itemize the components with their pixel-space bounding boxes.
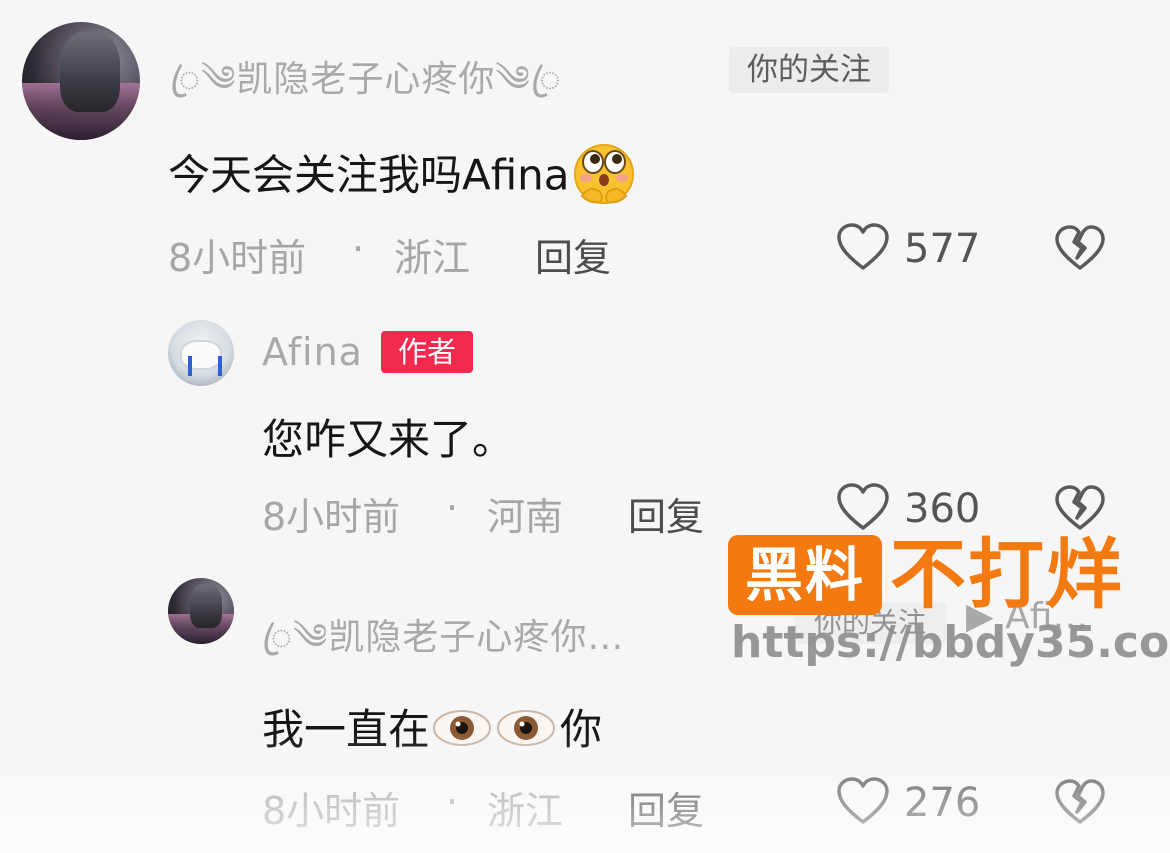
reply-button[interactable]: 回复 [535,227,611,282]
watermark-title: 不打烊 [890,530,1124,619]
eyes-emoji-icon [430,703,560,763]
avatar[interactable] [22,22,140,140]
comment-username[interactable]: Afina [262,330,363,374]
like-count: 276 [904,780,981,826]
reply-button[interactable]: 回复 [628,486,704,541]
author-badge: 作者 [381,331,473,373]
comment-location: 浙江 [394,236,471,280]
comment-location: 河南 [487,495,564,539]
watermark-badge: 黑料 [728,535,882,615]
comment-time: 8小时前 [168,236,307,280]
like-button[interactable]: 577 [836,222,980,276]
dislike-button[interactable] [1054,778,1106,830]
dislike-button[interactable] [1054,224,1106,276]
dislike-button[interactable] [1054,484,1106,536]
heart-icon [836,222,890,276]
like-count: 360 [904,486,981,532]
comment-text: 您咋又来了。 [262,415,515,464]
comment-time: 8小时前 [262,789,401,833]
comment-body-start: 我一直在 [262,705,431,754]
meta-separator: · [446,780,459,824]
comment-body-end: 你 [560,705,603,754]
comment-time: 8小时前 [262,495,401,539]
reply-button[interactable]: 回复 [628,780,704,835]
meta-separator: · [446,486,459,530]
following-badge: 你的关注 [729,47,889,93]
comment-text: 今天会关注我吗Afina [168,140,638,216]
thinking-blush-emoji-icon [570,140,638,216]
meta-separator: · [352,227,365,271]
comment-username[interactable]: ꦿ༄凯隐老子心疼你༄ꦿ [170,38,562,140]
comment-text: 我一直在 你 [262,696,602,763]
avatar[interactable] [168,320,234,386]
like-count: 577 [904,226,981,272]
broken-heart-icon [1054,779,1106,830]
comment-body: 今天会关注我吗Afina [168,150,570,200]
like-button[interactable]: 360 [836,482,980,536]
heart-icon [836,776,890,830]
comment-username[interactable]: ꦿ༄凯隐老子心疼你… [262,596,624,698]
heart-icon [836,482,890,536]
watermark-url: https://bbdy35.com [731,617,1170,668]
like-button[interactable]: 276 [836,776,980,830]
broken-heart-icon [1054,225,1106,276]
comment-location: 浙江 [487,789,564,833]
avatar[interactable] [168,578,234,644]
